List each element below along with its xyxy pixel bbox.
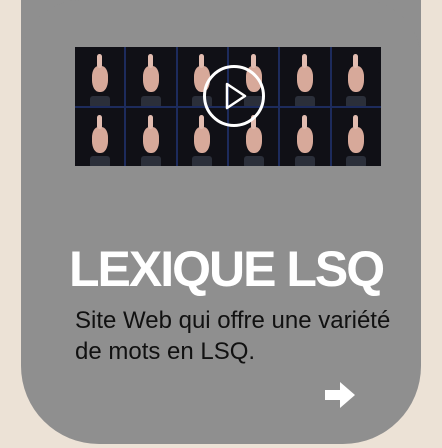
arrow-right-shape: [325, 382, 355, 408]
sign-frame: [280, 47, 330, 106]
hand-image: [245, 114, 262, 153]
sign-frame: [331, 107, 381, 166]
lexique-lsq-card[interactable]: LEXIQUE LSQ Site Web qui offre une varié…: [21, 0, 421, 444]
hand-image: [348, 54, 365, 93]
card-title: LEXIQUE LSQ: [69, 241, 385, 297]
hand-image: [348, 114, 365, 153]
card-description: Site Web qui offre une variété de mots e…: [75, 307, 391, 365]
sign-frame: [280, 107, 330, 166]
play-triangle-icon: [225, 82, 247, 110]
hand-image: [91, 114, 108, 153]
play-circle-icon[interactable]: [203, 65, 265, 127]
sign-frame: [75, 47, 125, 106]
hand-image: [194, 114, 211, 153]
hand-image: [296, 54, 313, 93]
sign-frame: [126, 107, 176, 166]
sign-frame: [75, 107, 125, 166]
hand-image: [91, 54, 108, 93]
hand-image: [142, 54, 159, 93]
sign-frame: [331, 47, 381, 106]
sign-frame: [126, 47, 176, 106]
video-thumbnail[interactable]: [75, 47, 381, 166]
hand-image: [142, 114, 159, 153]
hand-image: [296, 114, 313, 153]
arrow-right-icon[interactable]: [323, 380, 357, 410]
